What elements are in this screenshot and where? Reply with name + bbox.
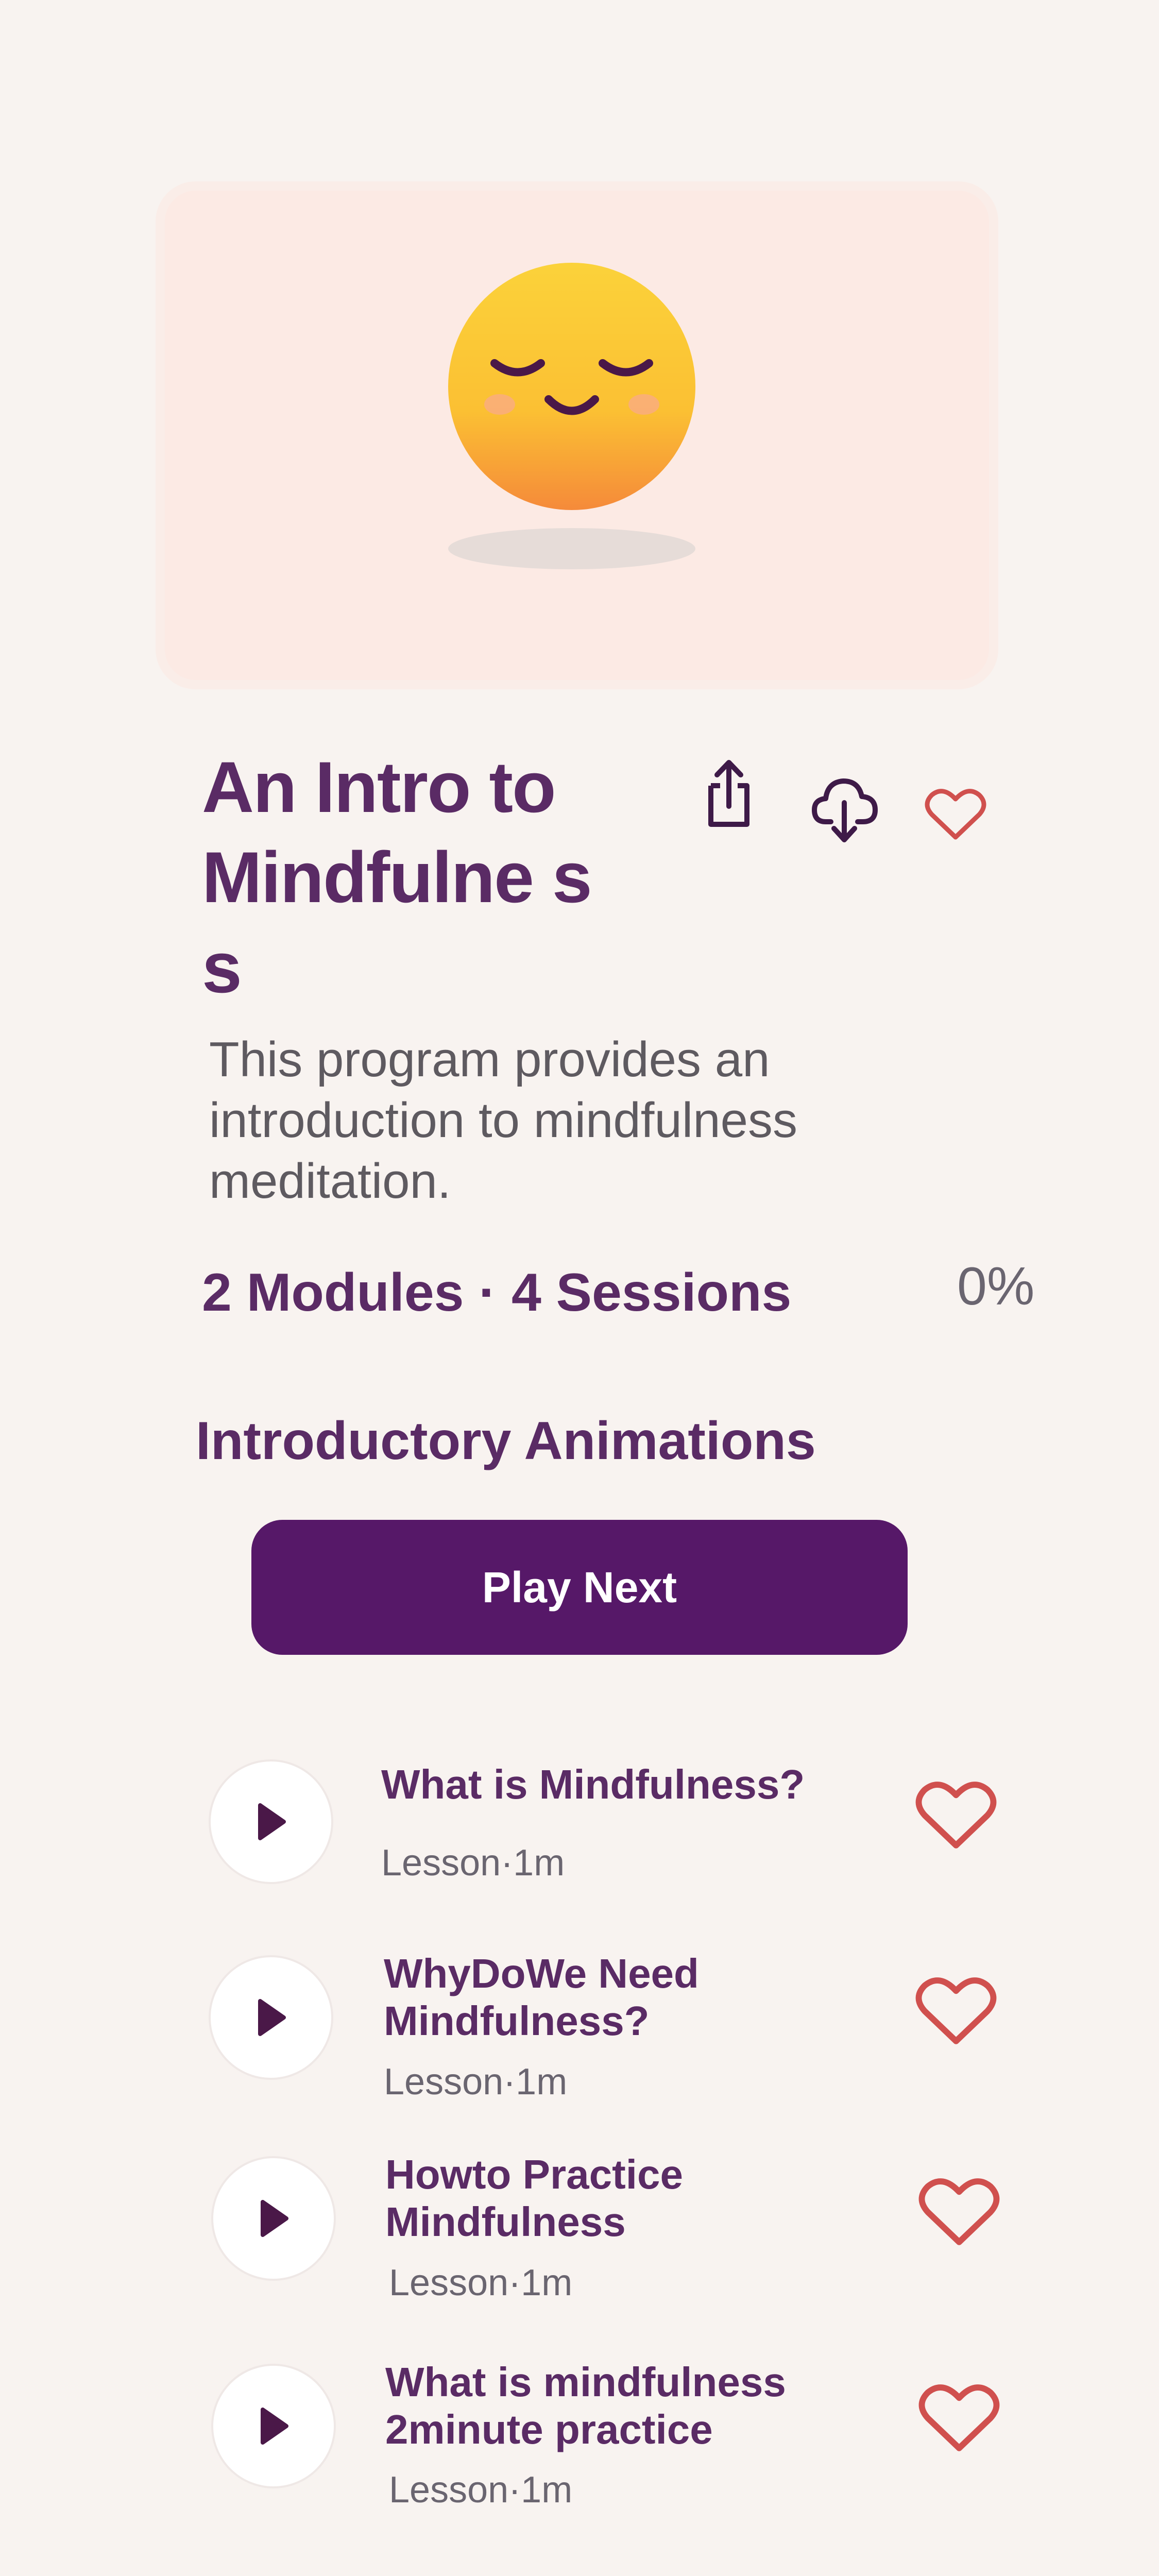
cloud-download-icon [812, 778, 878, 842]
lesson-subtitle: Lesson·1m [389, 2262, 573, 2303]
lesson-favorite-button[interactable] [918, 2174, 1000, 2251]
right-cheek [628, 394, 659, 415]
program-title: An Intro to Mindfulne ss [202, 747, 592, 1008]
lesson-play-button[interactable] [211, 2156, 336, 2281]
play-icon [258, 1999, 286, 2036]
play-icon [258, 1803, 286, 1840]
section-title: Introductory Animations [196, 1411, 816, 1471]
program-description: This program provides an introduction to… [209, 1032, 797, 1209]
favorite-program-button[interactable] [925, 786, 986, 842]
download-button[interactable] [811, 773, 878, 845]
lesson-title[interactable]: Howto Practice Mindfulness [385, 2151, 746, 2246]
program-meta: 2 Modules · 4 Sessions [202, 1263, 792, 1323]
heart-outline-icon [918, 2384, 1000, 2451]
lesson-title[interactable]: WhyDoWe Need Mindfulness? [384, 1950, 744, 2045]
progress-percent: 0% [957, 1257, 1035, 1316]
lesson-title[interactable]: What is mindfulness 2minute practice [385, 2359, 828, 2453]
lesson-subtitle: Lesson·1m [381, 1842, 565, 1884]
calm-face-illustration [448, 263, 695, 569]
heart-outline-icon [918, 2178, 1000, 2245]
heart-outline-icon [925, 789, 986, 840]
lesson-favorite-button[interactable] [918, 2380, 1000, 2458]
play-icon [261, 2408, 288, 2445]
share-button[interactable] [701, 757, 757, 829]
left-cheek [484, 394, 515, 415]
heart-outline-icon [915, 1782, 997, 1849]
lesson-play-button[interactable] [209, 1955, 333, 2080]
lesson-subtitle: Lesson·1m [384, 2061, 568, 2103]
face-shadow [448, 528, 695, 569]
play-icon [261, 2200, 288, 2237]
lesson-title[interactable]: What is Mindfulness? [381, 1761, 876, 1808]
lesson-favorite-button[interactable] [915, 1777, 997, 1855]
lesson-play-button[interactable] [211, 2364, 336, 2488]
lesson-favorite-button[interactable] [915, 1973, 997, 2050]
play-next-button[interactable]: Play Next [251, 1520, 908, 1655]
share-icon [708, 760, 749, 827]
heart-outline-icon [915, 1977, 997, 2044]
face-circle [448, 263, 695, 510]
lesson-subtitle: Lesson·1m [389, 2469, 573, 2511]
lesson-play-button[interactable] [209, 1759, 333, 1884]
hero-illustration [165, 191, 989, 680]
